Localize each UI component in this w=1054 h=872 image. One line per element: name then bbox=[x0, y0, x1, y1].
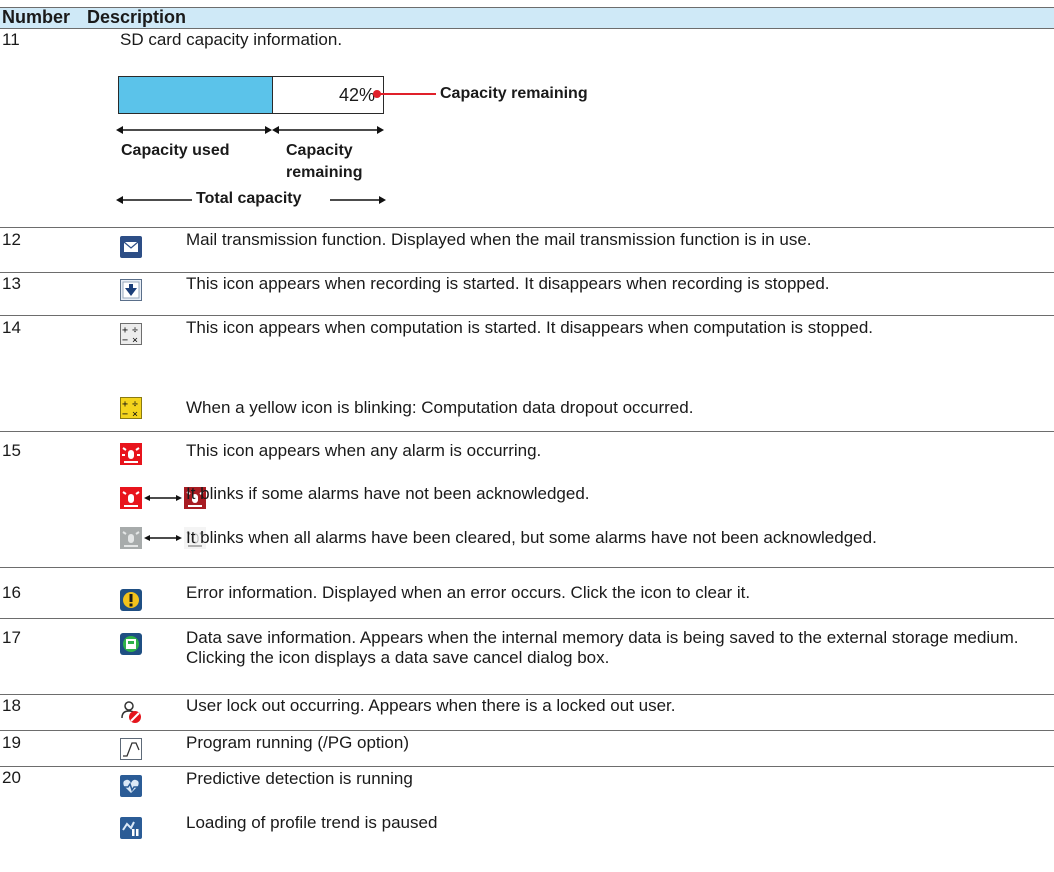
row-description: When a yellow icon is blinking: Computat… bbox=[186, 398, 694, 417]
row-description: This icon appears when any alarm is occu… bbox=[186, 441, 542, 460]
row-rule bbox=[0, 431, 1054, 432]
row-description: It blinks when all alarms have been clea… bbox=[186, 528, 877, 547]
svg-text:×: × bbox=[132, 409, 138, 419]
mail-icon bbox=[120, 236, 142, 258]
svg-text:×: × bbox=[132, 335, 138, 345]
capacity-bar: 42% bbox=[118, 76, 384, 114]
row-number: 18 bbox=[2, 696, 21, 715]
row-description: It blinks if some alarms have not been a… bbox=[186, 484, 590, 503]
row-rule bbox=[0, 730, 1054, 731]
row-number: 11 bbox=[2, 30, 20, 49]
capacity-percent: 42% bbox=[338, 85, 375, 105]
row-number: 14 bbox=[2, 318, 21, 337]
row-description: Program running (/PG option) bbox=[186, 733, 409, 752]
callout-label: Capacity remaining bbox=[440, 85, 588, 102]
row-description: This icon appears when recording is star… bbox=[186, 274, 830, 293]
capacity-remaining-label-1: Capacity bbox=[286, 142, 353, 159]
error-icon[interactable] bbox=[120, 589, 142, 611]
alarm-icon bbox=[120, 443, 142, 465]
total-capacity-label: Total capacity bbox=[196, 190, 302, 207]
row-description: This icon appears when computation is st… bbox=[186, 318, 873, 337]
row-number: 13 bbox=[2, 274, 21, 293]
computation-icon: + ÷ − × bbox=[120, 323, 142, 345]
svg-text:−: − bbox=[122, 409, 128, 419]
table-header: Number Description bbox=[0, 7, 1054, 28]
profile-trend-paused-icon bbox=[120, 817, 142, 839]
row-rule bbox=[0, 567, 1054, 568]
row-rule bbox=[0, 694, 1054, 695]
data-save-icon[interactable] bbox=[120, 633, 142, 655]
callout-line bbox=[373, 90, 436, 98]
row-description: Predictive detection is running bbox=[186, 769, 413, 788]
predictive-detection-icon bbox=[120, 775, 142, 797]
row-rule bbox=[0, 272, 1054, 273]
row-description: Error information. Displayed when an err… bbox=[186, 583, 751, 602]
header-description: Description bbox=[87, 7, 187, 27]
row-description: Loading of profile trend is paused bbox=[186, 813, 438, 832]
row-number: 16 bbox=[2, 583, 21, 602]
row-rule bbox=[0, 227, 1054, 228]
computation-dropout-icon: + ÷ − × bbox=[120, 397, 142, 419]
program-running-icon bbox=[120, 738, 142, 760]
capacity-bar-fill bbox=[119, 77, 273, 113]
row-rule bbox=[0, 315, 1054, 316]
header-number: Number bbox=[2, 7, 71, 27]
svg-text:−: − bbox=[122, 335, 128, 345]
row-rule bbox=[0, 766, 1054, 767]
row-number: 20 bbox=[2, 768, 21, 787]
row-rule bbox=[0, 618, 1054, 619]
row-number: 19 bbox=[2, 733, 21, 752]
header-rule bbox=[0, 28, 1054, 29]
row-number: 15 bbox=[2, 441, 21, 460]
row-description: Mail transmission function. Displayed wh… bbox=[186, 230, 812, 249]
row-description: User lock out occurring. Appears when th… bbox=[186, 696, 676, 715]
row-number: 12 bbox=[2, 230, 21, 249]
dimension-arrows bbox=[116, 126, 384, 134]
capacity-remaining-label-2: remaining bbox=[286, 164, 363, 181]
capacity-used-label: Capacity used bbox=[121, 142, 230, 159]
capacity-title: SD card capacity information. bbox=[120, 30, 343, 49]
user-lockout-icon bbox=[120, 700, 142, 724]
recording-icon bbox=[120, 279, 142, 301]
row-number: 17 bbox=[2, 628, 21, 647]
row-description: Data save information. Appears when the … bbox=[186, 628, 1019, 667]
